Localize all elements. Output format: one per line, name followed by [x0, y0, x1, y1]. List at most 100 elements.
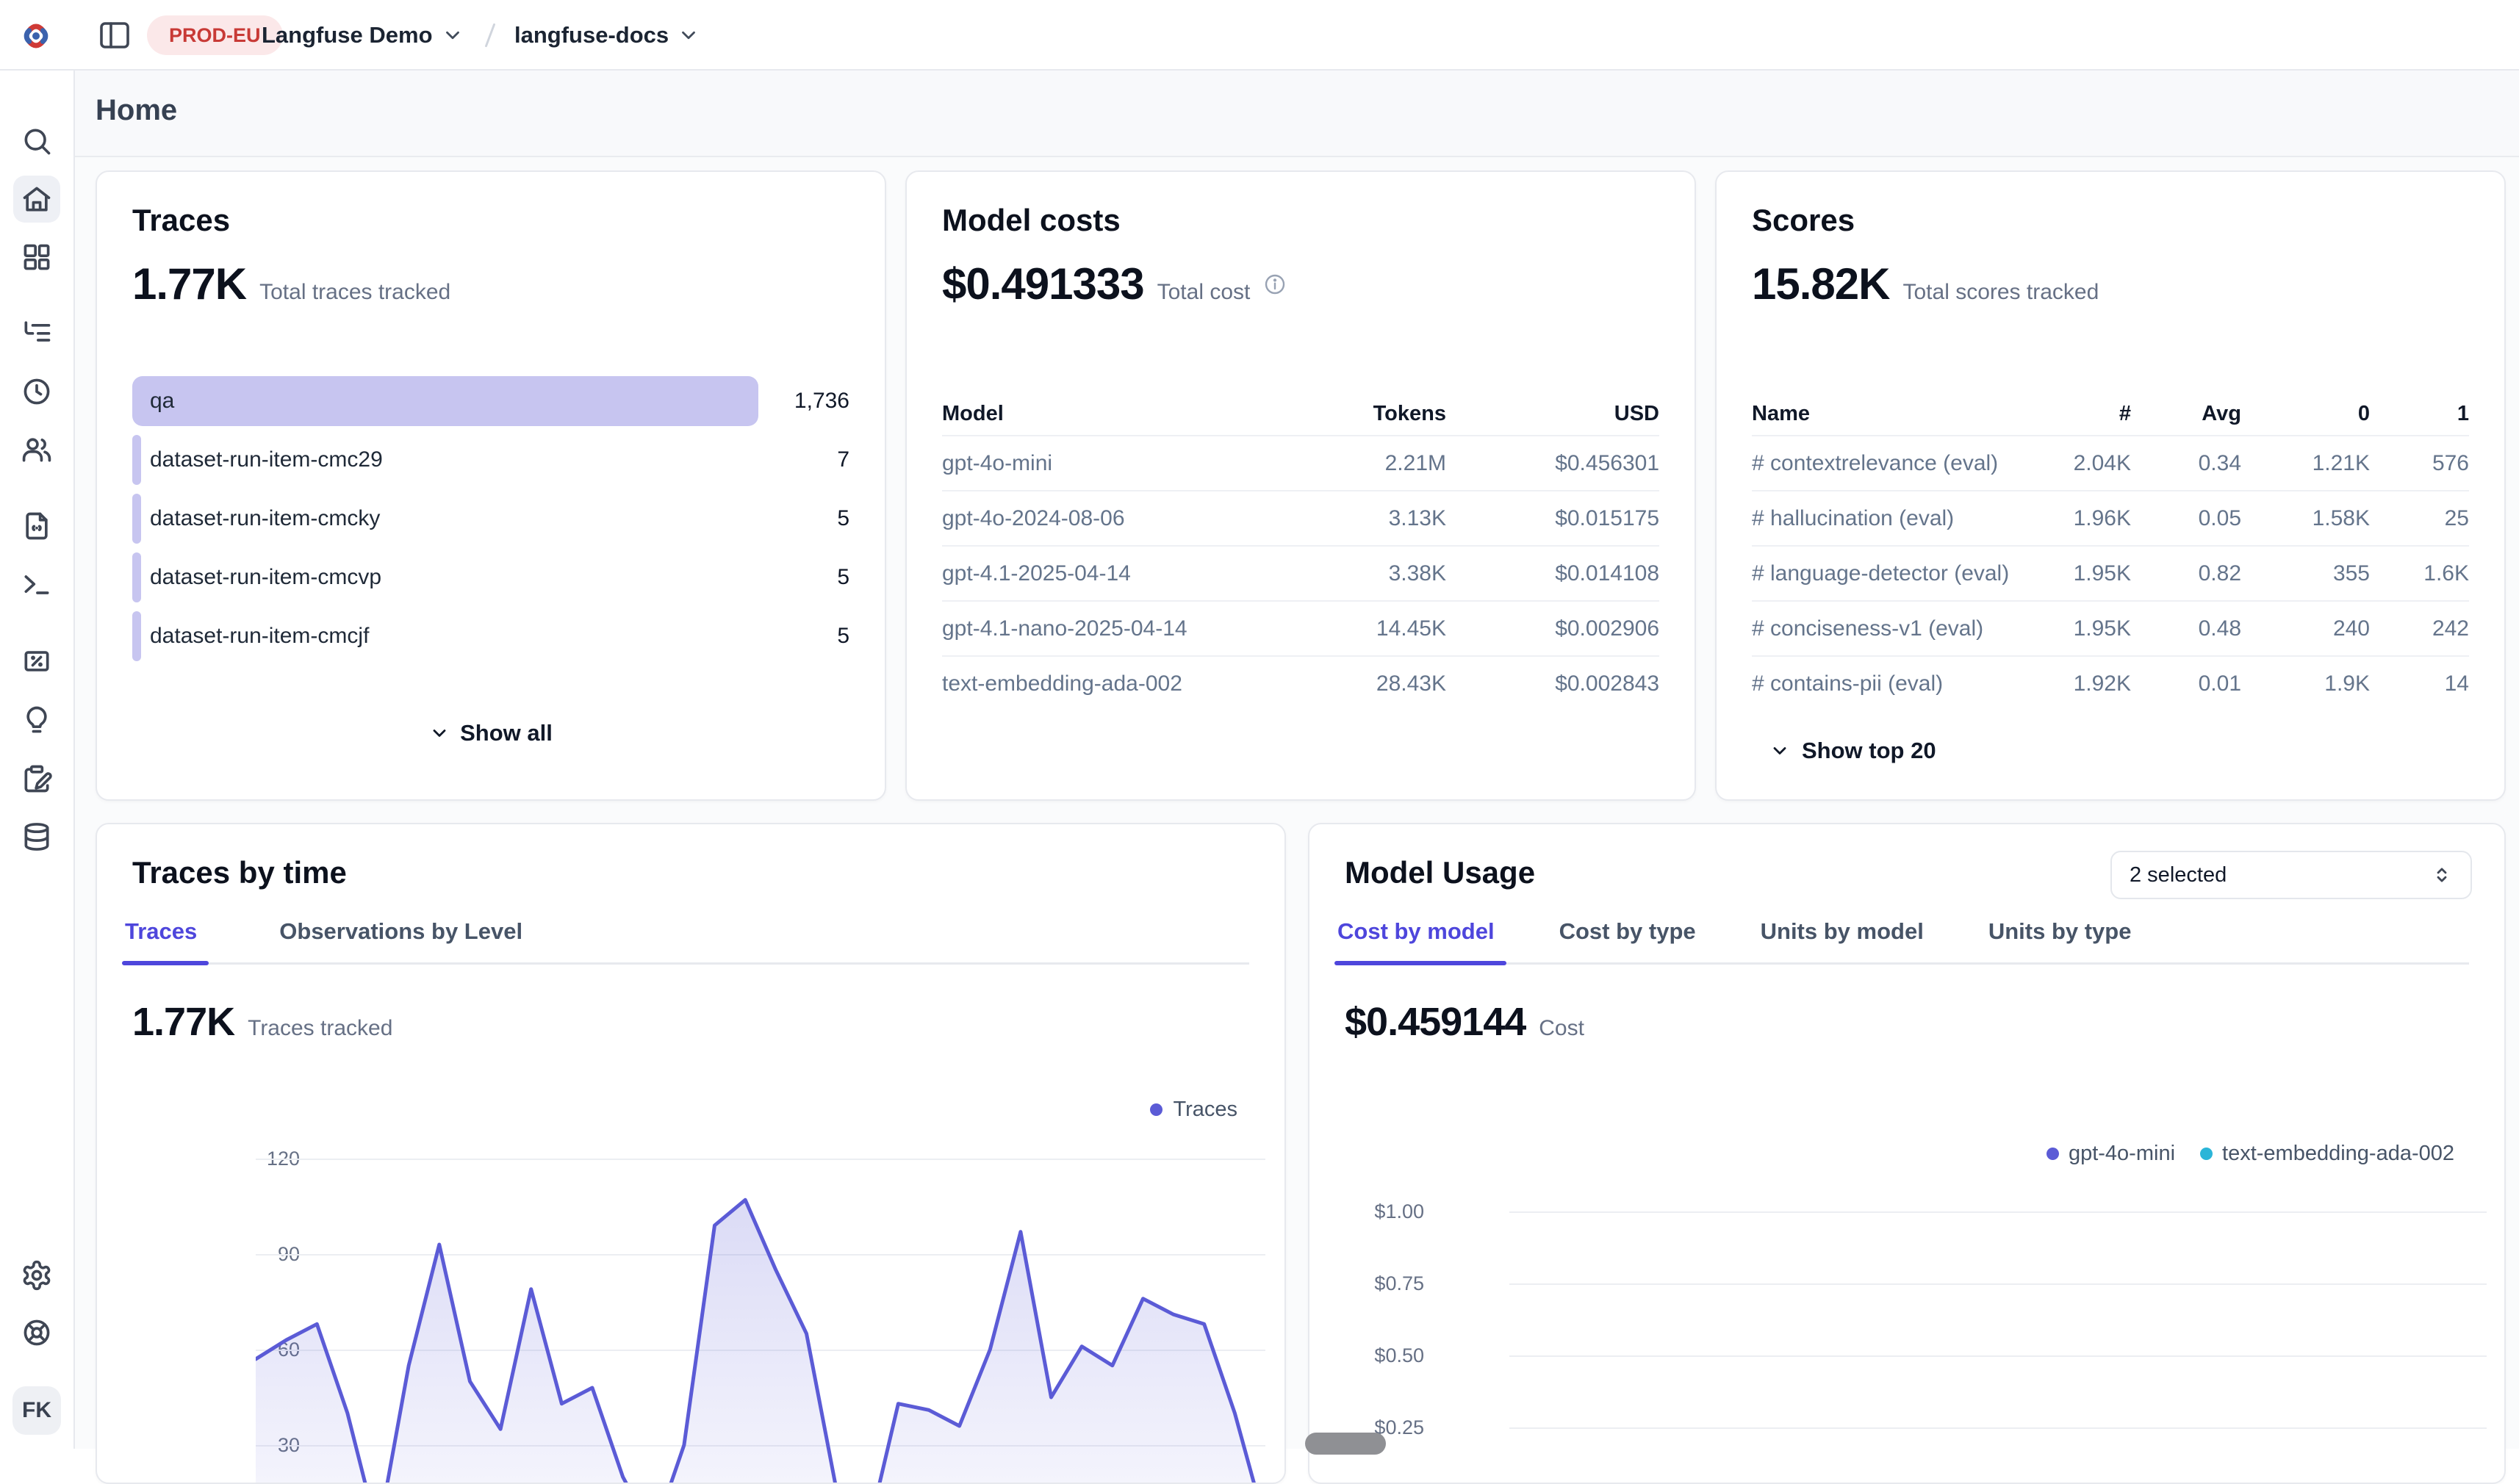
trace-count: 1,736 — [794, 389, 849, 414]
cost-metric: $0.459144 Cost — [1345, 999, 1584, 1045]
scores-metric: 15.82K Total scores tracked — [1752, 259, 2099, 309]
trace-list-item[interactable]: dataset-run-item-cmcvp5 — [132, 552, 849, 602]
chevron-down-icon — [678, 24, 700, 46]
traces-card-title: Traces — [132, 203, 230, 238]
trace-name: dataset-run-item-cmc29 — [150, 447, 383, 472]
table-cell: gpt-4.1-nano-2025-04-14 — [942, 616, 1262, 641]
user-avatar[interactable]: FK — [12, 1386, 61, 1435]
sidebar-item-datasets[interactable] — [13, 813, 60, 860]
table-row: # hallucination (eval)1.96K0.051.58K25 — [1752, 490, 2469, 545]
tab-units-by-model[interactable]: Units by model — [1759, 918, 1925, 962]
sidebar-item-tracing[interactable] — [13, 309, 60, 356]
trace-list-item[interactable]: dataset-run-item-cmc29 7 — [132, 435, 849, 485]
model-costs-card: Model costs $0.491333 Total cost Model T… — [905, 170, 1696, 801]
table-cell: gpt-4o-2024-08-06 — [942, 506, 1262, 531]
sidebar-item-support[interactable] — [13, 1309, 60, 1356]
sidebar-item-evaluation[interactable] — [13, 638, 60, 685]
traces-metric-value: 1.77K — [132, 259, 246, 309]
legend-dot — [1150, 1103, 1163, 1116]
trace-list-item[interactable]: dataset-run-item-cmcjf5 — [132, 611, 849, 661]
table-cell: 0.34 — [2131, 451, 2241, 476]
scores-value: 15.82K — [1752, 259, 1889, 309]
trace-count: 7 — [837, 447, 849, 472]
table-cell: $0.456301 — [1446, 451, 1659, 476]
table-cell: 0.05 — [2131, 506, 2241, 531]
clipboard-pen-icon — [21, 763, 53, 795]
sidebar-item-annotation[interactable] — [13, 755, 60, 802]
org-switcher[interactable]: Langfuse Demo — [262, 0, 464, 71]
table-cell: 0.82 — [2131, 561, 2241, 586]
traces-card: Traces 1.77K Total traces tracked qa1,73… — [96, 170, 886, 801]
tab-observations-by-level[interactable]: Observations by Level — [278, 918, 524, 962]
tab-cost-by-model[interactable]: Cost by model — [1336, 918, 1496, 962]
sidebar-item-insights[interactable] — [13, 696, 60, 743]
trace-list-item[interactable]: dataset-run-item-cmcky5 — [132, 494, 849, 544]
list-tree-icon — [21, 316, 53, 348]
horizontal-scrollbar-thumb[interactable] — [1305, 1433, 1386, 1455]
trace-count-bar — [132, 435, 141, 485]
scores-table: Name # Avg 0 1 # contextrelevance (eval)… — [1752, 392, 2469, 710]
trace-count: 5 — [837, 565, 849, 590]
model-select-dropdown[interactable]: 2 selected — [2110, 851, 2472, 899]
table-cell: 355 — [2241, 561, 2370, 586]
table-row: # conciseness-v1 (eval)1.95K0.48240242 — [1752, 600, 2469, 655]
tab-cost-by-type[interactable]: Cost by type — [1558, 918, 1697, 962]
tab-units-by-type[interactable]: Units by type — [1987, 918, 2133, 962]
file-code-icon — [21, 510, 53, 542]
sidebar-item-search[interactable] — [13, 118, 60, 165]
table-header: Model Tokens USD — [942, 392, 1659, 435]
trace-count-bar — [132, 376, 758, 426]
traces-tracked-metric: 1.77K Traces tracked — [132, 999, 392, 1045]
trace-count: 5 — [837, 506, 849, 531]
sidebar-nav: FK — [0, 71, 75, 1449]
model-costs-title: Model costs — [942, 203, 1121, 238]
trace-list-item[interactable]: qa1,736 — [132, 376, 849, 426]
gear-icon — [21, 1259, 53, 1292]
trace-count-bar — [132, 552, 141, 602]
table-row: gpt-4o-mini2.21M$0.456301 — [942, 435, 1659, 490]
sidebar-item-prompts[interactable] — [13, 503, 60, 550]
terminal-icon — [21, 569, 53, 601]
project-switcher[interactable]: langfuse-docs — [514, 0, 700, 71]
model-usage-tabs: Cost by model Cost by type Units by mode… — [1336, 918, 2469, 965]
y-tick: $0.75 — [1374, 1272, 1424, 1295]
table-row: gpt-4.1-2025-04-143.38K$0.014108 — [942, 545, 1659, 600]
org-name: Langfuse Demo — [262, 22, 433, 48]
traces-bar-list: qa1,736dataset-run-item-cmc297dataset-ru… — [132, 376, 849, 661]
table-row: gpt-4.1-nano-2025-04-1414.45K$0.002906 — [942, 600, 1659, 655]
sidebar-item-dashboards[interactable] — [13, 234, 60, 281]
sidebar-toggle-icon[interactable] — [97, 18, 132, 53]
trace-count-bar — [132, 494, 141, 544]
legend-item-gpt-4o-mini[interactable]: gpt-4o-mini — [2047, 1142, 2175, 1166]
model-costs-value: $0.491333 — [942, 259, 1144, 309]
page-title: Home — [96, 94, 177, 127]
sidebar-item-settings[interactable] — [13, 1252, 60, 1299]
database-icon — [21, 821, 53, 853]
table-cell: 0.48 — [2131, 616, 2241, 641]
table-cell: 1.21K — [2241, 451, 2370, 476]
legend-item-text-embedding-ada-002[interactable]: text-embedding-ada-002 — [2200, 1142, 2454, 1166]
table-header: Name # Avg 0 1 — [1752, 392, 2469, 435]
table-cell: 240 — [2241, 616, 2370, 641]
info-icon[interactable] — [1263, 273, 1287, 296]
traces-metric: 1.77K Total traces tracked — [132, 259, 450, 309]
traces-chart-legend[interactable]: Traces — [1150, 1098, 1237, 1122]
table-row: # contextrelevance (eval)2.04K0.341.21K5… — [1752, 435, 2469, 490]
table-cell: 28.43K — [1262, 671, 1446, 696]
traces-by-time-card: Traces by time Traces Observations by Le… — [96, 823, 1286, 1484]
table-cell: text-embedding-ada-002 — [942, 671, 1262, 696]
lifebuoy-icon — [21, 1316, 53, 1349]
show-top-20-button[interactable]: Show top 20 — [1769, 738, 1936, 764]
table-cell: 1.92K — [2013, 671, 2131, 696]
sidebar-item-home[interactable] — [13, 176, 60, 223]
table-row: # language-detector (eval)1.95K0.823551.… — [1752, 545, 2469, 600]
legend-label: Traces — [1173, 1098, 1237, 1122]
square-percent-icon — [21, 645, 53, 677]
sidebar-item-sessions[interactable] — [13, 368, 60, 415]
sidebar-item-users[interactable] — [13, 426, 60, 473]
show-all-button[interactable]: Show all — [97, 720, 885, 746]
scores-label: Total scores tracked — [1902, 280, 2099, 305]
gridline — [1509, 1211, 2487, 1213]
tab-traces[interactable]: Traces — [123, 918, 198, 962]
sidebar-item-playground[interactable] — [13, 561, 60, 608]
